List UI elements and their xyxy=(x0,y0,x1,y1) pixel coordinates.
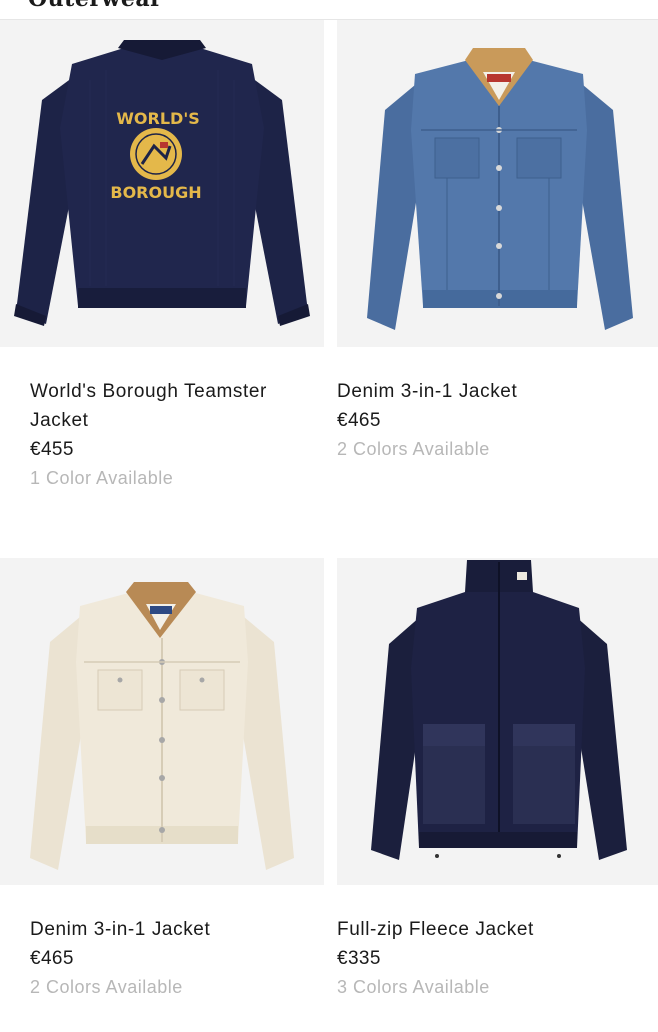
product-info: World's Borough Teamster Jacket €455 1 C… xyxy=(0,377,324,493)
colors-available: 3 Colors Available xyxy=(337,977,490,997)
ecru-denim-jacket-image xyxy=(0,558,324,885)
patch-top-text: WORLD'S xyxy=(116,109,199,128)
colors-available: 1 Color Available xyxy=(30,468,174,488)
navy-fleece-jacket-image xyxy=(337,558,658,885)
page-title: Outerwear xyxy=(28,0,162,12)
product-name-line-2[interactable]: Jacket xyxy=(30,406,324,435)
product-image[interactable]: WORLD'S BOROUGH xyxy=(0,20,324,347)
blue-denim-jacket-image xyxy=(337,20,658,347)
colors-available: 2 Colors Available xyxy=(337,439,490,459)
product-info: Full-zip Fleece Jacket €335 3 Colors Ava… xyxy=(337,915,658,1002)
product-name[interactable]: Denim 3-in-1 Jacket xyxy=(337,377,658,406)
product-price: €465 xyxy=(30,948,74,969)
product-info: Denim 3-in-1 Jacket €465 2 Colors Availa… xyxy=(337,377,658,464)
product-price: €335 xyxy=(337,948,381,969)
patch-bottom-text: BOROUGH xyxy=(110,183,201,202)
product-price: €465 xyxy=(337,410,381,431)
colors-available: 2 Colors Available xyxy=(30,977,183,997)
product-name-line-1[interactable]: World's Borough Teamster xyxy=(30,377,324,406)
product-image[interactable] xyxy=(0,558,324,885)
navy-teamster-jacket-image: WORLD'S BOROUGH xyxy=(0,20,324,347)
product-price: €455 xyxy=(30,439,74,460)
product-name[interactable]: Denim 3-in-1 Jacket xyxy=(30,915,324,944)
top-header-strip: Outerwear xyxy=(0,0,658,20)
crest-patch xyxy=(130,128,182,180)
product-image[interactable] xyxy=(337,20,658,347)
product-name[interactable]: World's Borough Teamster Jacket xyxy=(30,377,324,435)
product-info: Denim 3-in-1 Jacket €465 2 Colors Availa… xyxy=(0,915,324,1002)
product-image[interactable] xyxy=(337,558,658,885)
product-name[interactable]: Full-zip Fleece Jacket xyxy=(337,915,658,944)
